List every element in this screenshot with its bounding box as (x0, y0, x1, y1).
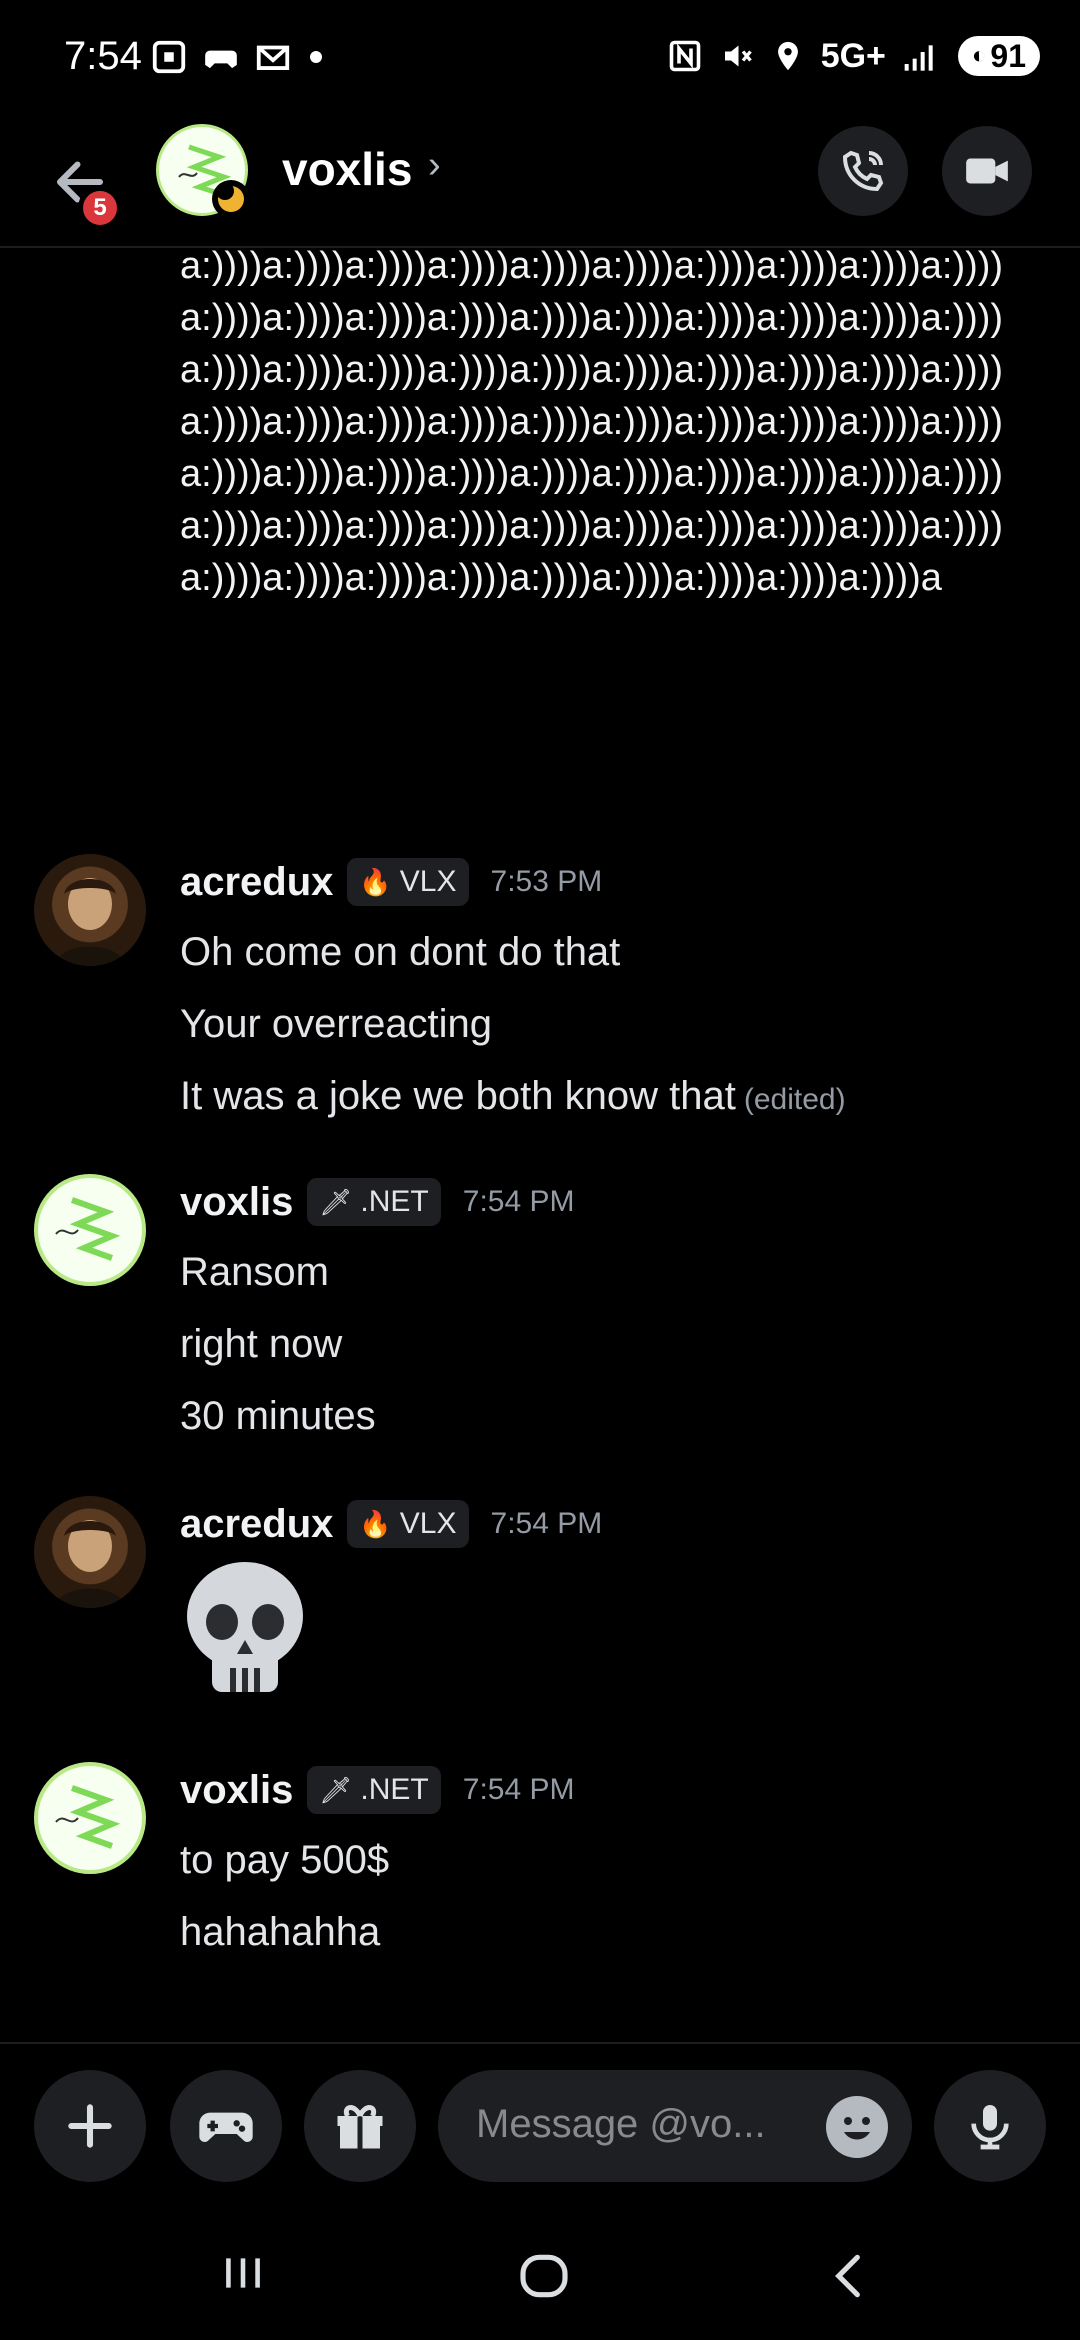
message-header: voxlis 🗡 .NET 7:54 PM (180, 1178, 575, 1226)
message-input-placeholder: Message @vo... (476, 2102, 766, 2146)
idle-status-icon (212, 180, 250, 218)
message-body: Ransom right now 30 minutes (180, 1236, 376, 1452)
recent-apps-icon (226, 2258, 260, 2288)
screenshot-icon (152, 40, 186, 74)
recent-apps-button[interactable] (218, 2248, 268, 2303)
server-tag[interactable]: 🔥 VLX (347, 1500, 469, 1548)
status-time: 7:54 (64, 34, 142, 78)
flame-icon: 🔥 (359, 1508, 392, 1539)
message-text: to pay 500$ (180, 1838, 390, 1882)
message-text: right now (180, 1322, 343, 1366)
smiley-icon (844, 2117, 870, 2140)
message-text: 30 minutes (180, 1394, 376, 1438)
unread-badge: 5 (78, 186, 122, 230)
nfc-icon (669, 40, 700, 72)
signal-icon (904, 45, 933, 71)
flame-icon: 🔥 (359, 866, 392, 897)
battery-level: 91 (990, 37, 1026, 74)
attach-button[interactable] (34, 2070, 146, 2182)
server-tag-label: .NET (360, 1773, 429, 1806)
voice-message-button[interactable] (934, 2070, 1046, 2182)
skull-emoji-icon[interactable] (180, 1558, 310, 1698)
video-camera-icon (966, 158, 1008, 184)
message-text: It was a joke we both know that (edited) (180, 1060, 846, 1136)
network-type: 5G+ (820, 36, 886, 75)
home-button[interactable] (516, 2248, 572, 2309)
gift-icon (337, 2105, 383, 2149)
message-input[interactable]: Message @vo... (438, 2070, 912, 2182)
home-icon (520, 2254, 568, 2298)
scribble-avatar-art (55, 1785, 121, 1849)
channel-header: 5 voxlis › (0, 118, 1080, 248)
battery-indicator: ◐ 91 (957, 36, 1040, 76)
server-tag-label: VLX (399, 865, 457, 898)
avatar[interactable] (34, 854, 146, 966)
emoji-picker-button[interactable] (826, 2096, 888, 2158)
mail-icon (256, 45, 290, 70)
activities-button[interactable] (170, 2070, 282, 2182)
username[interactable]: voxlis (180, 1180, 293, 1225)
status-right-icons: 5G+ ◐ 91 (667, 36, 1040, 76)
sword-icon: 🗡 (319, 1774, 353, 1805)
message-list[interactable]: a:))))a:))))a:))))a:))))a:))))a:))))a:))… (0, 250, 1080, 2040)
avatar[interactable] (34, 1762, 146, 1874)
message-text: Oh come on dont do that (180, 930, 621, 974)
message-header: acredux 🔥 VLX 7:53 PM (180, 858, 602, 906)
server-tag-label: .NET (360, 1185, 429, 1218)
username[interactable]: voxlis (180, 1768, 293, 1813)
sword-icon: 🗡 (319, 1186, 353, 1217)
chevron-left-icon (835, 2254, 860, 2298)
message-body: to pay 500$ hahahahha (180, 1824, 389, 1968)
edited-label: (edited) (743, 1083, 846, 1116)
server-tag[interactable]: 🗡 .NET (307, 1766, 441, 1814)
timestamp: 7:53 PM (490, 865, 603, 898)
timestamp: 7:54 PM (490, 1507, 603, 1540)
scribble-avatar-art (55, 1197, 121, 1261)
gift-button[interactable] (304, 2070, 416, 2182)
chevron-right-icon[interactable]: › (428, 144, 441, 187)
server-tag[interactable]: 🗡 .NET (307, 1178, 441, 1226)
portrait-avatar-art (54, 878, 126, 966)
message-text: Your overreacting (180, 1002, 493, 1046)
message-header: acredux 🔥 VLX 7:54 PM (180, 1500, 602, 1548)
game-icon (205, 50, 237, 69)
dot-icon (310, 51, 322, 63)
voice-call-button[interactable] (818, 126, 908, 216)
plus-icon (68, 2104, 112, 2148)
message-text: Ransom (180, 1250, 329, 1294)
status-left-icons (150, 38, 326, 76)
phone-icon (842, 150, 884, 192)
message-text-content: It was a joke we both know that (180, 1074, 736, 1118)
microphone-icon (971, 2105, 1009, 2150)
portrait-avatar-art (54, 1520, 126, 1608)
server-tag-label: VLX (399, 1507, 457, 1540)
system-navigation-bar (0, 2212, 1080, 2340)
message-text: hahahahha (180, 1910, 381, 1954)
server-tag[interactable]: 🔥 VLX (347, 858, 469, 906)
timestamp: 7:54 PM (462, 1185, 575, 1218)
message-header: voxlis 🗡 .NET 7:54 PM (180, 1766, 575, 1814)
video-call-button[interactable] (942, 126, 1032, 216)
timestamp: 7:54 PM (462, 1773, 575, 1806)
avatar[interactable] (34, 1496, 146, 1608)
location-icon (777, 41, 798, 71)
avatar[interactable] (34, 1174, 146, 1286)
username[interactable]: acredux (180, 1502, 333, 1547)
channel-title[interactable]: voxlis (282, 142, 412, 196)
gamepad-icon (199, 2112, 253, 2142)
message-text-spam: a:))))a:))))a:))))a:))))a:))))a:))))a:))… (180, 250, 1004, 599)
message-composer: Message @vo... (0, 2042, 1080, 2212)
username[interactable]: acredux (180, 860, 333, 905)
status-bar: 7:54 5G+ ◐ 91 (0, 0, 1080, 118)
battery-saver-icon: ◐ (971, 42, 987, 69)
message-body: Oh come on dont do that Your overreactin… (180, 916, 846, 1136)
system-back-button[interactable] (820, 2248, 876, 2309)
mute-icon (724, 45, 752, 67)
